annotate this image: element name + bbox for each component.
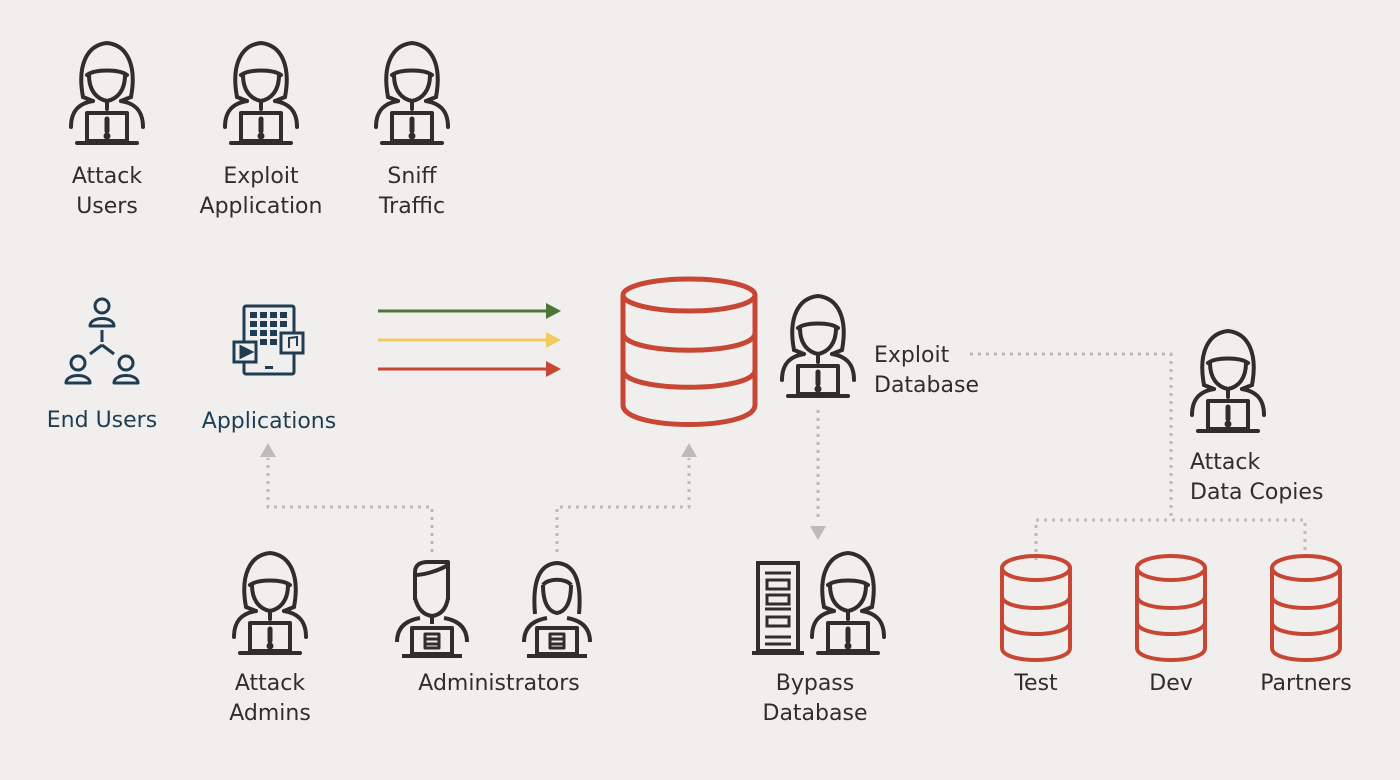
end-users-icon	[64, 297, 140, 385]
label-exploit-application: Exploit Application	[199, 164, 323, 219]
bypass-database-hacker-icon	[812, 553, 884, 653]
sniff-traffic-hacker-icon	[376, 43, 448, 143]
connector-admins-to-database	[555, 458, 691, 552]
dev-database-icon	[1136, 555, 1206, 661]
label-applications: Applications	[201, 409, 337, 434]
label-data-copy-test: Test	[1014, 671, 1058, 696]
label-end-users: End Users	[46, 408, 158, 433]
connector-admins-to-applications	[266, 458, 434, 552]
server-rack-icon	[752, 561, 804, 655]
arrow-down-bypass-icon	[810, 526, 826, 540]
label-attack-users: Attack Users	[71, 164, 143, 219]
label-bypass-database: Bypass Database	[762, 671, 868, 726]
applications-icon	[232, 304, 305, 376]
diagram-canvas	[64, 0, 1341, 661]
partners-database-icon	[1271, 555, 1341, 661]
label-attack-admins: Attack Admins	[229, 671, 311, 726]
administrator-male-icon	[395, 560, 469, 658]
label-data-copy-dev: Dev	[1149, 671, 1193, 696]
main-database-icon	[620, 276, 758, 427]
label-sniff-traffic: Sniff Traffic	[378, 164, 446, 219]
label-attack-data-copies: Attack Data Copies	[1190, 450, 1324, 505]
attack-data-copies-hacker-icon	[1192, 331, 1264, 431]
arrow-up-database-icon	[681, 443, 697, 457]
connector-copies-bracket	[1034, 518, 1307, 560]
attack-users-hacker-icon	[71, 43, 143, 143]
label-exploit-database: Exploit Database	[874, 343, 979, 398]
label-data-copy-partners: Partners	[1260, 671, 1352, 696]
attack-admins-hacker-icon	[234, 553, 306, 653]
label-administrators: Administrators	[418, 671, 580, 696]
data-flow-arrows	[378, 303, 561, 377]
administrator-female-icon	[522, 561, 592, 658]
arrow-up-applications-icon	[260, 443, 276, 457]
dotted-connectors	[266, 352, 1307, 560]
exploit-database-hacker-icon	[782, 296, 854, 396]
test-database-icon	[1001, 555, 1071, 661]
exploit-application-hacker-icon	[225, 43, 297, 143]
